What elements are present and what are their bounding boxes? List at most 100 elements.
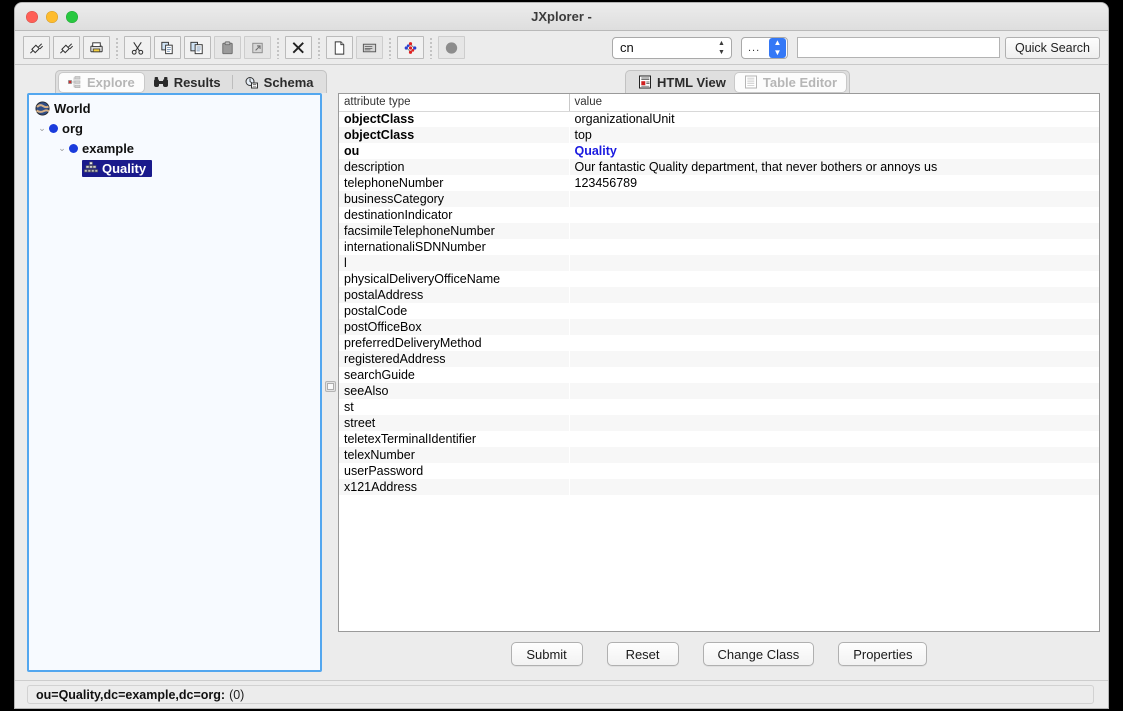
close-window-button[interactable] [26,10,38,23]
table-row[interactable]: postalCode [339,303,1099,319]
table-row[interactable]: st [339,399,1099,415]
attribute-value-cell[interactable] [569,319,1099,335]
table-row[interactable]: objectClass top [339,127,1099,143]
filter-select[interactable]: ... ▲ ▼ [740,36,788,59]
tree-node-label: Quality [102,160,147,176]
attribute-value-cell[interactable] [569,239,1099,255]
submit-button[interactable]: Submit [510,642,583,666]
attribute-value-cell[interactable] [569,223,1099,239]
table-row[interactable]: registeredAddress [339,351,1099,367]
tab-results[interactable]: Results [144,73,230,92]
table-row[interactable]: l [339,255,1099,271]
reset-button[interactable]: Reset [606,642,679,666]
attribute-value-cell[interactable] [569,207,1099,223]
quick-search-button[interactable]: Quick Search [1004,36,1100,59]
tab-table-editor[interactable]: Table Editor [734,72,847,92]
cut-icon[interactable] [124,36,151,59]
table-row[interactable]: searchGuide [339,367,1099,383]
column-header-value[interactable]: value [568,94,1099,112]
attribute-value-cell[interactable] [569,335,1099,351]
search-input[interactable] [796,37,1000,58]
attribute-value-cell[interactable] [569,447,1099,463]
stop-icon[interactable] [438,36,465,59]
tab-schema[interactable]: Schema [235,73,323,92]
toolbar-separator [430,36,432,59]
new-entry-icon[interactable] [326,36,353,59]
attribute-value-cell[interactable] [569,255,1099,271]
table-row[interactable]: physicalDeliveryOfficeName [339,271,1099,287]
table-editor-icon[interactable] [356,36,383,59]
attribute-value-cell[interactable] [569,367,1099,383]
directory-tree[interactable]: World ⌄ org ⌄ example Quality [27,93,322,672]
attribute-type-cell: userPassword [344,464,424,478]
attribute-select[interactable]: cn ▲ ▼ [611,36,732,59]
table-row[interactable]: facsimileTelephoneNumber [339,223,1099,239]
minimize-window-button[interactable] [46,10,58,23]
copy-icon[interactable] [154,36,181,59]
chevron-updown-icon: ▲ ▼ [768,37,786,58]
tab-explore[interactable]: Explore [59,72,144,92]
paste-icon[interactable] [214,36,241,59]
table-row[interactable]: telexNumber [339,447,1099,463]
print-icon[interactable] [83,36,110,59]
disconnect-icon[interactable] [53,36,80,59]
panel-splitter[interactable] [322,93,338,680]
attribute-value-cell[interactable]: Our fantastic Quality department, that n… [569,159,1099,175]
attribute-value-cell[interactable]: Quality [569,143,1099,159]
table-row[interactable]: seeAlso [339,383,1099,399]
attribute-value-cell[interactable] [569,383,1099,399]
ldif-icon[interactable] [397,36,424,59]
table-row[interactable]: description Our fantastic Quality departm… [339,159,1099,175]
table-row[interactable]: postalAddress [339,287,1099,303]
attribute-value-cell[interactable] [569,431,1099,447]
attribute-value-cell[interactable] [569,463,1099,479]
table-row[interactable]: teletexTerminalIdentifier [339,431,1099,447]
properties-button[interactable]: Properties [838,642,928,666]
tree-node-world[interactable]: World [29,98,320,118]
tree-node-quality[interactable]: Quality [29,158,320,178]
connect-icon[interactable] [23,36,50,59]
table-row[interactable]: telephoneNumber 123456789 [339,175,1099,191]
attribute-value-cell[interactable] [569,287,1099,303]
attribute-value-cell[interactable]: organizationalUnit [569,111,1099,127]
attribute-value-cell[interactable] [569,399,1099,415]
copy-dn-icon[interactable] [184,36,211,59]
attribute-type-cell: objectClass [344,112,415,127]
attribute-value-cell[interactable] [569,351,1099,367]
delete-icon[interactable] [285,36,312,59]
attribute-type-cell: postalAddress [339,287,569,303]
table-row[interactable]: userPassword [339,463,1099,479]
table-row[interactable]: destinationIndicator [339,207,1099,223]
chevron-down-icon[interactable]: ⌄ [55,143,69,154]
attribute-value-cell[interactable]: top [569,127,1099,143]
table-row[interactable]: ou Quality [339,143,1099,159]
attribute-value-cell[interactable] [569,271,1099,287]
maximize-window-button[interactable] [66,10,78,23]
table-row[interactable]: objectClass organizationalUnit [339,111,1099,127]
attribute-table-container[interactable]: attribute type value objectClass organiza… [338,93,1100,632]
table-row[interactable]: street [339,415,1099,431]
tab-html-view[interactable]: HTML View [629,73,735,92]
tree-node-example[interactable]: ⌄ example [29,138,320,158]
table-row[interactable]: internationaliSDNNumber [339,239,1099,255]
filter-select-value: ... [747,41,761,54]
table-row[interactable]: x121Address [339,479,1099,495]
attribute-value-cell[interactable] [569,415,1099,431]
attribute-value-cell[interactable]: 123456789 [569,175,1099,191]
attribute-value-cell[interactable] [569,191,1099,207]
column-header-attribute-type[interactable]: attribute type [339,94,569,112]
splitter-handle[interactable] [324,381,336,392]
attribute-value-cell[interactable] [569,479,1099,495]
tab-html-view-label: HTML View [657,74,726,90]
attribute-value-cell[interactable] [569,303,1099,319]
table-row[interactable]: postOfficeBox [339,319,1099,335]
table-row[interactable]: preferredDeliveryMethod [339,335,1099,351]
change-class-button[interactable]: Change Class [702,642,815,666]
paste-alias-icon[interactable] [244,36,271,59]
chevron-down-icon[interactable]: ⌄ [35,123,49,134]
attribute-type-cell: seeAlso [339,383,569,399]
schema-icon [244,76,259,89]
tree-node-org[interactable]: ⌄ org [29,118,320,138]
table-row[interactable]: businessCategory [339,191,1099,207]
right-tab-group: HTML View Table Editor [625,70,851,93]
